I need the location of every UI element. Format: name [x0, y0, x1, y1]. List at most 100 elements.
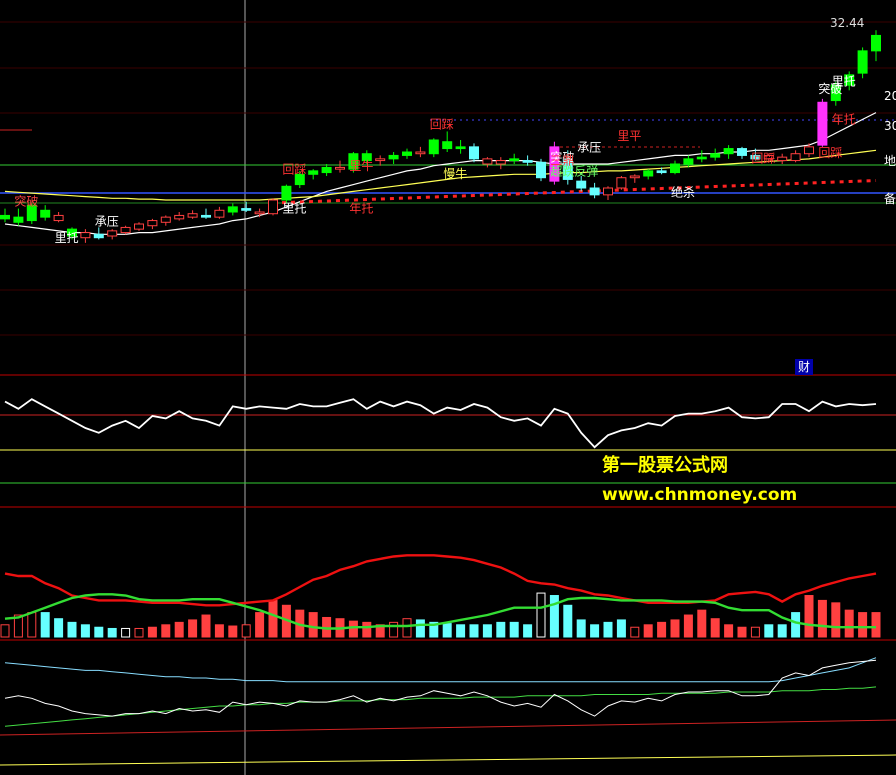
right-edge-label: 备 [884, 192, 896, 206]
osc2-bar [871, 612, 881, 638]
osc2-bar [214, 624, 224, 638]
osc2-bar [402, 618, 412, 638]
candle-body [536, 161, 546, 179]
candle-body [402, 151, 412, 156]
osc2-bar [858, 612, 868, 638]
candle-body [871, 34, 881, 52]
osc2-bar [817, 599, 827, 638]
osc2-bar [549, 595, 559, 638]
osc2-bar [750, 626, 760, 638]
candle-body [737, 148, 747, 156]
osc2-bar [268, 599, 278, 638]
osc2-bar [255, 612, 265, 638]
osc3-yellow-line [0, 754, 896, 766]
osc2-bar [67, 621, 77, 638]
osc2-bar [804, 595, 814, 638]
osc2-bar [536, 592, 546, 638]
candle-body [603, 187, 613, 196]
candle-body [268, 199, 278, 215]
watermark-title: 第一股票公式网 [602, 455, 728, 476]
price-max-label: 32.44 [830, 16, 865, 30]
osc2-bar [161, 624, 171, 638]
osc2-bar [228, 625, 238, 638]
candle-body [241, 208, 252, 211]
candle-body [147, 220, 158, 227]
osc2-bar [590, 624, 600, 638]
candle-body [201, 214, 211, 218]
osc2-bar [201, 614, 211, 638]
candle-body [576, 180, 587, 189]
candle-body [509, 158, 520, 162]
osc2-bar [509, 621, 519, 638]
oscillator-panel-3 [0, 657, 896, 766]
candle-body [616, 177, 627, 189]
osc2-bar [670, 619, 680, 638]
candle-body [522, 160, 533, 163]
right-edge-label: 30 [884, 119, 896, 133]
osc2-bar [643, 624, 653, 638]
candle-body [428, 139, 439, 155]
candle-body [656, 170, 667, 174]
candle-body [415, 151, 426, 155]
annotation-label: 回踩 [282, 162, 306, 176]
candle-body [174, 214, 185, 220]
annotation-label: 突破 [14, 194, 38, 209]
osc2-bar [603, 621, 613, 638]
osc2-bar [27, 612, 37, 638]
osc2-green-line [4, 593, 876, 630]
osc3-cyan-line [4, 657, 877, 683]
osc2-bar [442, 623, 452, 638]
candle-body [40, 209, 51, 218]
annual-support-dots [272, 179, 877, 205]
osc2-bar [523, 624, 533, 638]
oscillator-panel-2 [0, 554, 881, 638]
right-edge-label: 20 [884, 89, 896, 103]
candle-body [482, 158, 493, 165]
candle-body [710, 153, 721, 158]
osc2-bar [482, 624, 492, 638]
candle-body [696, 156, 707, 160]
annotation-label: 里平 [617, 129, 641, 143]
osc2-bar [791, 612, 801, 638]
candle-body [120, 226, 131, 234]
osc2-bar [831, 602, 841, 638]
candle-body [375, 158, 386, 162]
candle-body [321, 166, 332, 174]
oscillator-panel-1 [0, 398, 896, 484]
annotation-label: 突破 [818, 81, 842, 96]
annotation-labels: 突破里托承压里托回踩 里牛年托回踩慢牛突破三鼎超跌反弹承压里平绝杀回踩里托突破回踩… [14, 75, 896, 245]
candle-body [0, 214, 10, 220]
osc3-white-line [4, 659, 877, 717]
osc2-bar [697, 609, 707, 638]
candle-body [308, 170, 319, 175]
osc2-bar [496, 621, 506, 638]
candle-body [13, 216, 24, 223]
osc2-bar [844, 609, 854, 638]
osc2-bar [362, 621, 372, 638]
osc2-bar [764, 624, 774, 638]
watermark-url: www.chnmoney.com [602, 485, 798, 505]
osc2-bar [657, 621, 667, 638]
annotation-label: 超跌反弹 [550, 164, 598, 179]
osc2-bar [469, 624, 479, 638]
candle-body [790, 153, 801, 162]
annotation-label: 年托 [349, 202, 373, 216]
osc2-bar [710, 618, 720, 638]
osc2-bar [80, 624, 90, 638]
candle-body [134, 223, 144, 230]
annotation-label: 回踩 [430, 117, 454, 131]
candle-body [777, 156, 788, 162]
candle-body [469, 146, 479, 160]
price-panel [0, 30, 881, 243]
candle-body [335, 166, 345, 170]
osc3-green-line [4, 686, 877, 727]
candle-body [227, 206, 238, 213]
osc2-bar [630, 626, 640, 638]
candle-body [629, 175, 640, 179]
annotation-label: 绝杀 [671, 184, 695, 199]
candle-body [93, 233, 104, 239]
candle-body [388, 154, 399, 160]
osc2-bar [174, 621, 184, 638]
osc2-bar [616, 619, 626, 638]
financial-marker[interactable]: 财 [795, 359, 813, 375]
